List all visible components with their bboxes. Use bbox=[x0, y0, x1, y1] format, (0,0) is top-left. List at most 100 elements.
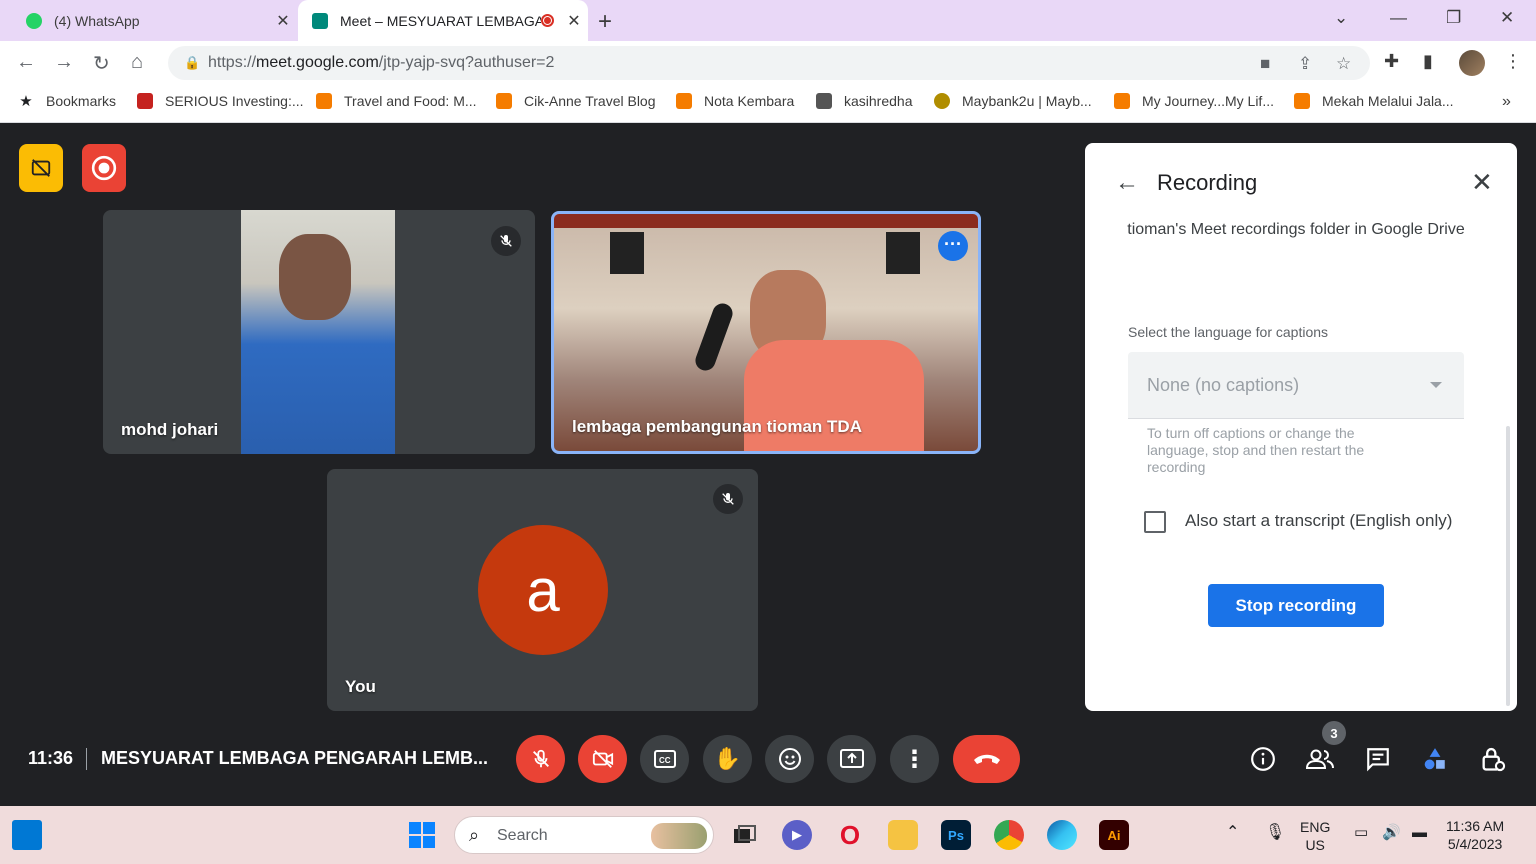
participant-video bbox=[241, 210, 395, 454]
illustrator-icon[interactable]: Ai bbox=[1099, 820, 1129, 850]
captions-off-badge[interactable] bbox=[19, 144, 63, 192]
participant-tile-mohd-johari[interactable]: mohd johari bbox=[103, 210, 535, 454]
participant-name: You bbox=[345, 677, 376, 696]
back-arrow-icon[interactable]: ← bbox=[1115, 169, 1139, 197]
activities-icon[interactable] bbox=[1420, 744, 1450, 774]
bookmark-nota-kembara[interactable]: Nota Kembara bbox=[676, 93, 794, 109]
present-icon bbox=[839, 749, 864, 768]
restore-icon[interactable]: ❐ bbox=[1446, 8, 1461, 28]
more-options-icon[interactable]: ··· bbox=[938, 231, 968, 261]
participant-name: lembaga pembangunan tioman TDA bbox=[572, 417, 862, 436]
participant-tile-lembaga[interactable]: ··· lembaga pembangunan tioman TDA bbox=[551, 211, 981, 454]
opera-icon[interactable]: O bbox=[835, 820, 865, 850]
tab-search-chevron-icon[interactable]: ⌄ bbox=[1334, 8, 1348, 28]
extensions-icon[interactable]: ✚ bbox=[1384, 51, 1399, 72]
search-highlight-image bbox=[651, 823, 707, 849]
bookmarks-folder[interactable]: ★ Bookmarks bbox=[18, 93, 116, 110]
volume-icon[interactable]: 🔊 bbox=[1382, 824, 1401, 842]
captions-button[interactable]: CC bbox=[640, 735, 689, 783]
avatar: a bbox=[478, 525, 608, 655]
bookmark-label: My Journey...My Lif... bbox=[1142, 93, 1274, 109]
show-hidden-icons-chevron-icon[interactable]: ⌃ bbox=[1226, 824, 1239, 842]
home-icon[interactable]: ⌂ bbox=[131, 51, 143, 74]
more-options-button[interactable]: ⋮ bbox=[890, 735, 939, 783]
new-tab-icon[interactable]: + bbox=[598, 8, 612, 36]
teams-chat-icon[interactable]: ▶ bbox=[782, 820, 812, 850]
widgets-icon[interactable] bbox=[12, 820, 42, 850]
record-icon bbox=[91, 155, 117, 181]
profile-avatar[interactable] bbox=[1459, 50, 1485, 76]
bookmark-label: Mekah Melalui Jala... bbox=[1322, 93, 1454, 109]
file-explorer-icon[interactable] bbox=[888, 820, 918, 850]
caption-language-select[interactable]: None (no captions) bbox=[1128, 352, 1464, 419]
present-screen-button[interactable] bbox=[827, 735, 876, 783]
participant-tile-you[interactable]: a You bbox=[327, 469, 758, 711]
recording-badge[interactable] bbox=[82, 144, 126, 192]
meeting-details-icon[interactable] bbox=[1248, 744, 1278, 774]
microphone-icon[interactable]: 🎙 bbox=[1265, 824, 1285, 842]
close-tab-icon[interactable]: ✕ bbox=[269, 11, 297, 31]
people-count-badge: 3 bbox=[1322, 721, 1346, 745]
tab-whatsapp[interactable]: (4) WhatsApp ✕ bbox=[12, 0, 297, 41]
battery-icon[interactable]: ▬ bbox=[1412, 824, 1427, 842]
bookmark-label: Travel and Food: M... bbox=[344, 93, 477, 109]
meeting-title: MESYUARAT LEMBAGA PENGARAH LEMB... bbox=[101, 748, 488, 768]
forward-icon[interactable]: → bbox=[54, 51, 74, 74]
bookmark-star-icon[interactable]: ☆ bbox=[1336, 54, 1351, 74]
microphone-toggle-button[interactable] bbox=[516, 735, 565, 783]
tab-title: Meet – MESYUARAT LEMBAGA bbox=[340, 12, 541, 29]
dropdown-arrow-icon bbox=[1430, 382, 1442, 388]
transcript-checkbox[interactable] bbox=[1144, 511, 1166, 533]
reactions-button[interactable] bbox=[765, 735, 814, 783]
blogger-icon bbox=[1294, 93, 1310, 109]
start-windows-icon[interactable] bbox=[407, 820, 437, 850]
task-view-icon[interactable] bbox=[730, 820, 760, 850]
close-window-icon[interactable]: ✕ bbox=[1500, 8, 1514, 28]
bookmark-kasihredha[interactable]: kasihredha bbox=[816, 93, 913, 109]
bookmark-travel-food[interactable]: Travel and Food: M... bbox=[316, 93, 477, 109]
bookmark-mekah[interactable]: Mekah Melalui Jala... bbox=[1294, 93, 1454, 109]
language-indicator[interactable]: ENG US bbox=[1300, 818, 1330, 854]
people-icon[interactable] bbox=[1305, 744, 1335, 774]
language-line-1: ENG bbox=[1300, 819, 1331, 835]
network-icon[interactable]: ▭ bbox=[1354, 824, 1368, 842]
chrome-icon[interactable] bbox=[994, 820, 1024, 850]
lock-icon[interactable]: 🔒 bbox=[184, 55, 200, 71]
panel-scrollbar[interactable] bbox=[1506, 426, 1510, 706]
taskbar-time: 11:36 AM bbox=[1446, 818, 1505, 834]
bookmark-maybank[interactable]: Maybank2u | Mayb... bbox=[934, 93, 1092, 109]
taskbar-clock[interactable]: 11:36 AM 5/4/2023 bbox=[1446, 817, 1504, 853]
menu-dots-icon[interactable]: ⋮ bbox=[1504, 51, 1522, 72]
camera-toggle-button[interactable] bbox=[578, 735, 627, 783]
host-controls-icon[interactable] bbox=[1478, 744, 1508, 774]
photoshop-icon[interactable]: Ps bbox=[941, 820, 971, 850]
taskbar-search[interactable]: ⌕ Search bbox=[454, 816, 714, 854]
bookmark-cik-anne[interactable]: Cik-Anne Travel Blog bbox=[496, 93, 656, 109]
wall-trim bbox=[554, 214, 978, 228]
stop-recording-button[interactable]: Stop recording bbox=[1208, 584, 1384, 627]
bookmark-my-journey[interactable]: My Journey...My Lif... bbox=[1114, 93, 1274, 109]
share-icon[interactable]: ⇪ bbox=[1298, 54, 1312, 74]
chat-icon[interactable] bbox=[1363, 744, 1393, 774]
bookmark-serious-investing[interactable]: SERIOUS Investing:... bbox=[137, 93, 304, 109]
address-bar[interactable]: 🔒 https://meet.google.com/jtp-yajp-svq?a… bbox=[168, 46, 1370, 80]
minimize-icon[interactable]: — bbox=[1390, 8, 1407, 28]
panel-title: Recording bbox=[1157, 170, 1258, 195]
camera-in-use-icon[interactable]: ■ bbox=[1260, 54, 1270, 74]
raise-hand-button[interactable]: ✋ bbox=[703, 735, 752, 783]
side-panel-icon[interactable]: ▮ bbox=[1423, 51, 1433, 72]
leave-call-button[interactable] bbox=[953, 735, 1020, 783]
caption-hint: To turn off captions or change the langu… bbox=[1147, 425, 1365, 475]
tab-meet[interactable]: Meet – MESYUARAT LEMBAGA ✕ bbox=[298, 0, 588, 41]
speaker-shape bbox=[610, 232, 644, 274]
more-bookmarks-icon[interactable]: » bbox=[1502, 93, 1511, 111]
reload-icon[interactable]: ↻ bbox=[93, 51, 110, 76]
edge-icon[interactable] bbox=[1047, 820, 1077, 850]
close-icon[interactable]: ✕ bbox=[1471, 167, 1493, 198]
caption-language-label: Select the language for captions bbox=[1128, 324, 1329, 340]
back-icon[interactable]: ← bbox=[16, 51, 36, 74]
participant-name: mohd johari bbox=[121, 420, 219, 439]
hand-icon: ✋ bbox=[713, 746, 742, 771]
face-shape bbox=[279, 234, 351, 320]
close-tab-icon[interactable]: ✕ bbox=[560, 11, 588, 31]
